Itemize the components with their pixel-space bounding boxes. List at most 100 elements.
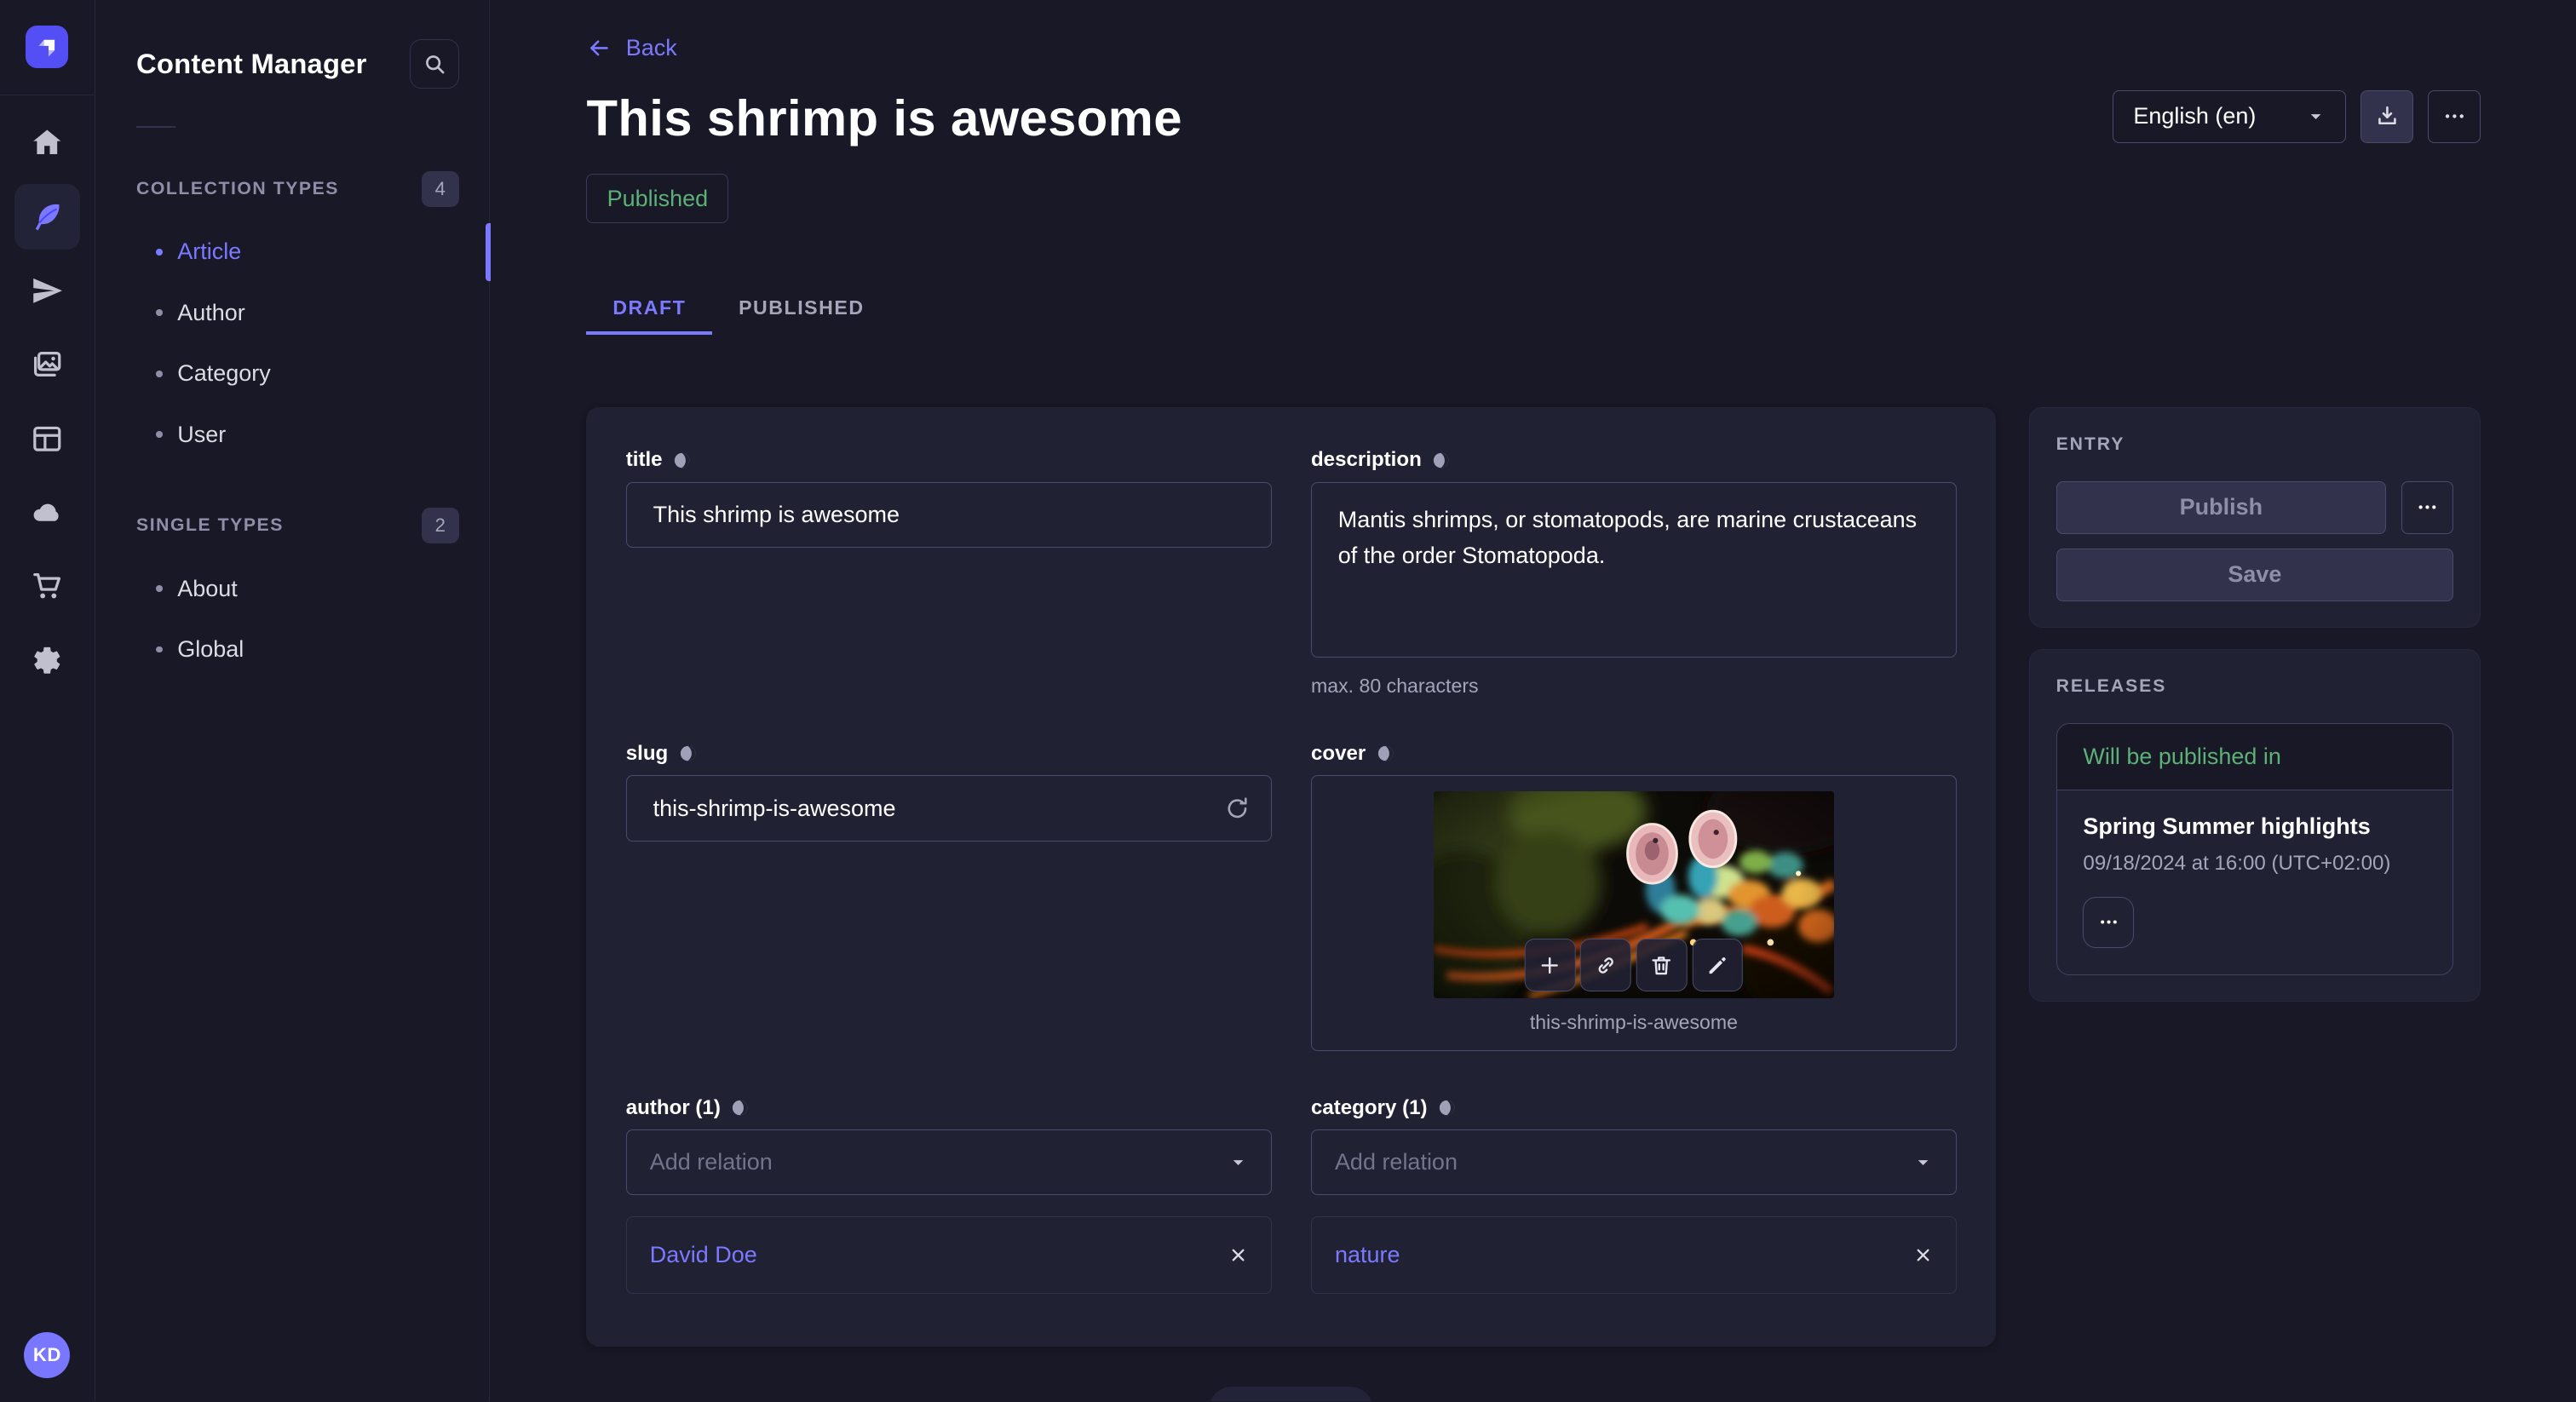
field-title: title	[626, 448, 1272, 697]
title-input[interactable]	[626, 482, 1272, 548]
user-avatar[interactable]: KD	[24, 1332, 70, 1378]
entry-form-card: title description Mantis shrimps, or sto…	[586, 407, 1996, 1346]
regenerate-slug-icon[interactable]	[1224, 796, 1251, 822]
home-icon[interactable]	[14, 110, 80, 175]
field-cover: cover	[1311, 742, 1957, 1052]
relation-link[interactable]: David Doe	[650, 1242, 757, 1268]
content-manager-feather-icon[interactable]	[14, 184, 80, 250]
single-types-label: SINGLE TYPES	[136, 515, 284, 536]
strapi-admin: KD Content Manager COLLECTION TYPES 4 Ar…	[0, 0, 2576, 1401]
bullet-icon	[156, 249, 163, 256]
sidebar-item-user[interactable]: User	[95, 404, 489, 464]
single-types-section: SINGLE TYPES 2 About Global	[95, 508, 489, 680]
cover-image[interactable]	[1434, 791, 1835, 998]
bullet-icon	[156, 371, 163, 377]
tab-draft[interactable]: DRAFT	[586, 284, 712, 332]
deploy-paper-plane-icon[interactable]	[14, 258, 80, 324]
remove-relation-icon[interactable]	[1913, 1245, 1933, 1265]
slug-input[interactable]	[626, 775, 1272, 841]
cloud-icon[interactable]	[14, 480, 80, 545]
field-slug: slug	[626, 742, 1272, 1052]
description-hint: max. 80 characters	[1311, 675, 1957, 698]
nav-rail: KD	[0, 0, 95, 1401]
add-asset-button[interactable]	[1525, 939, 1576, 991]
content-manager-sidebar: Content Manager COLLECTION TYPES 4 Artic…	[95, 0, 490, 1401]
entry-more-button[interactable]	[2401, 481, 2454, 534]
sidebar-item-global[interactable]: Global	[95, 619, 489, 680]
sidebar-item-category[interactable]: Category	[95, 343, 489, 404]
settings-gear-icon[interactable]	[14, 628, 80, 693]
chevron-down-icon	[1913, 1152, 1933, 1172]
export-download-button[interactable]	[2360, 90, 2413, 143]
bullet-icon	[156, 309, 163, 316]
cover-actions	[1525, 939, 1743, 991]
copy-link-button[interactable]	[1580, 939, 1631, 991]
media-library-images-icon[interactable]	[14, 332, 80, 398]
search-button[interactable]	[410, 39, 459, 89]
release-status: Will be published in	[2057, 724, 2453, 790]
logo-area	[0, 0, 95, 95]
globe-icon	[1437, 1098, 1457, 1118]
user-area: KD	[24, 1332, 70, 1378]
ellipsis-icon	[2097, 911, 2120, 934]
single-types-count-badge: 2	[422, 508, 459, 543]
edit-asset-button[interactable]	[1692, 939, 1743, 991]
entry-panel: ENTRY Publish Save	[2029, 407, 2481, 628]
collection-types-section: COLLECTION TYPES 4 Article Author Catego…	[95, 171, 489, 465]
back-link[interactable]: Back	[586, 35, 676, 61]
sidebar-title: Content Manager	[136, 48, 367, 80]
sidebar-item-article[interactable]: Article	[95, 221, 489, 282]
remove-relation-icon[interactable]	[1228, 1245, 1248, 1265]
entry-edit-view: Back This shrimp is awesome Published En…	[490, 0, 2576, 1401]
content-type-builder-layout-icon[interactable]	[14, 405, 80, 471]
publish-button[interactable]: Publish	[2056, 481, 2387, 534]
strapi-logo-icon[interactable]	[26, 26, 68, 68]
locale-select[interactable]: English (en)	[2113, 90, 2346, 143]
ellipsis-icon	[2441, 103, 2468, 129]
right-sidebar: ENTRY Publish Save RELEASES Will be publ…	[2029, 407, 2481, 1002]
delete-asset-button[interactable]	[1636, 939, 1688, 991]
trash-icon	[1649, 953, 1674, 978]
globe-icon	[730, 1098, 750, 1118]
tab-published[interactable]: PUBLISHED	[712, 284, 890, 332]
header-actions: English (en)	[2113, 90, 2481, 143]
field-author: author (1) Add relation David Doe	[626, 1096, 1272, 1294]
globe-icon	[678, 744, 698, 763]
rail-nav	[14, 110, 80, 701]
pencil-icon	[1705, 953, 1730, 978]
bullet-icon	[156, 585, 163, 592]
release-card: Will be published in Spring Summer highl…	[2056, 723, 2454, 974]
author-relation-item: David Doe	[626, 1216, 1272, 1294]
version-tabs: DRAFT PUBLISHED	[586, 284, 2481, 332]
description-textarea[interactable]: Mantis shrimps, or stomatopods, are mari…	[1311, 482, 1957, 658]
globe-icon	[672, 451, 692, 470]
release-more-button[interactable]	[2083, 897, 2134, 948]
bullet-icon	[156, 431, 163, 438]
author-relation-combobox[interactable]: Add relation	[626, 1129, 1272, 1195]
sidebar-divider	[136, 126, 175, 128]
ellipsis-icon	[2415, 495, 2440, 520]
marketplace-cart-icon[interactable]	[14, 554, 80, 619]
cover-filename: this-shrimp-is-awesome	[1530, 1011, 1738, 1034]
globe-icon	[1431, 451, 1451, 470]
chevron-down-icon	[2306, 106, 2326, 126]
field-category: category (1) Add relation nature	[1311, 1096, 1957, 1294]
category-relation-combobox[interactable]: Add relation	[1311, 1129, 1957, 1195]
release-name: Spring Summer highlights	[2083, 813, 2426, 840]
plus-icon	[1538, 953, 1562, 978]
link-icon	[1594, 953, 1619, 978]
status-badge: Published	[586, 174, 728, 223]
field-description: description Mantis shrimps, or stomatopo…	[1311, 448, 1957, 697]
more-actions-button[interactable]	[2428, 90, 2481, 143]
entry-panel-title: ENTRY	[2056, 434, 2454, 455]
releases-panel: RELEASES Will be published in Spring Sum…	[2029, 649, 2481, 1002]
category-relation-item: nature	[1311, 1216, 1957, 1294]
save-button[interactable]: Save	[2056, 549, 2454, 601]
relation-link[interactable]: nature	[1335, 1242, 1400, 1268]
back-arrow-icon	[586, 35, 612, 61]
sidebar-item-about[interactable]: About	[95, 559, 489, 619]
bullet-icon	[156, 646, 163, 653]
release-date: 09/18/2024 at 16:00 (UTC+02:00)	[2083, 852, 2426, 876]
next-section-peek	[1209, 1387, 1373, 1401]
sidebar-item-author[interactable]: Author	[95, 283, 489, 343]
